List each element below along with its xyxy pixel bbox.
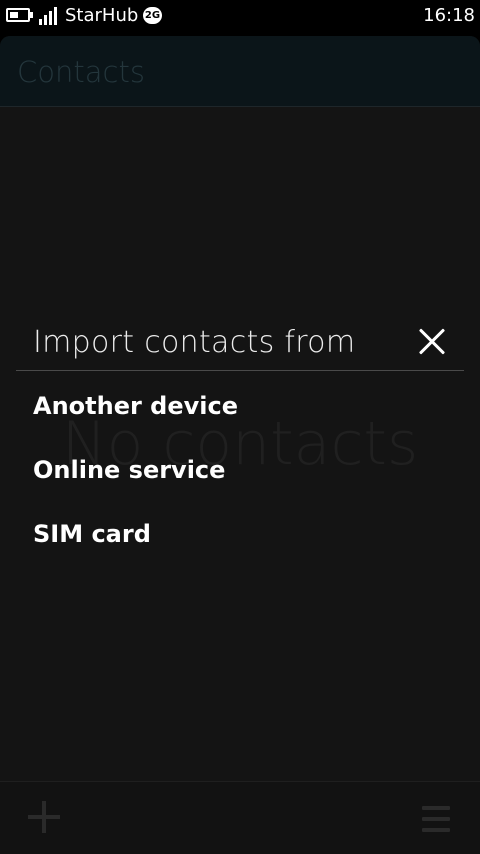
battery-tip: [30, 12, 33, 18]
signal-icon: [39, 7, 59, 25]
network-badge: 2G: [143, 7, 162, 24]
option-online-service[interactable]: Online service: [33, 455, 225, 485]
import-dialog: Import contacts from Another device Onli…: [0, 316, 480, 596]
status-bar: StarHub 2G 16:18: [0, 0, 480, 34]
close-icon[interactable]: [412, 322, 452, 362]
dialog-overlay: Import contacts from Another device Onli…: [0, 36, 480, 854]
clock: 16:18: [423, 5, 475, 26]
dialog-title: Import contacts from: [33, 325, 356, 360]
battery-icon: [6, 8, 30, 22]
option-another-device[interactable]: Another device: [33, 391, 238, 421]
carrier-name: StarHub: [65, 5, 139, 26]
screen: StarHub 2G 16:18 Contacts No contacts Im…: [0, 0, 480, 854]
dialog-divider: [16, 370, 464, 371]
option-sim-card[interactable]: SIM card: [33, 519, 151, 549]
